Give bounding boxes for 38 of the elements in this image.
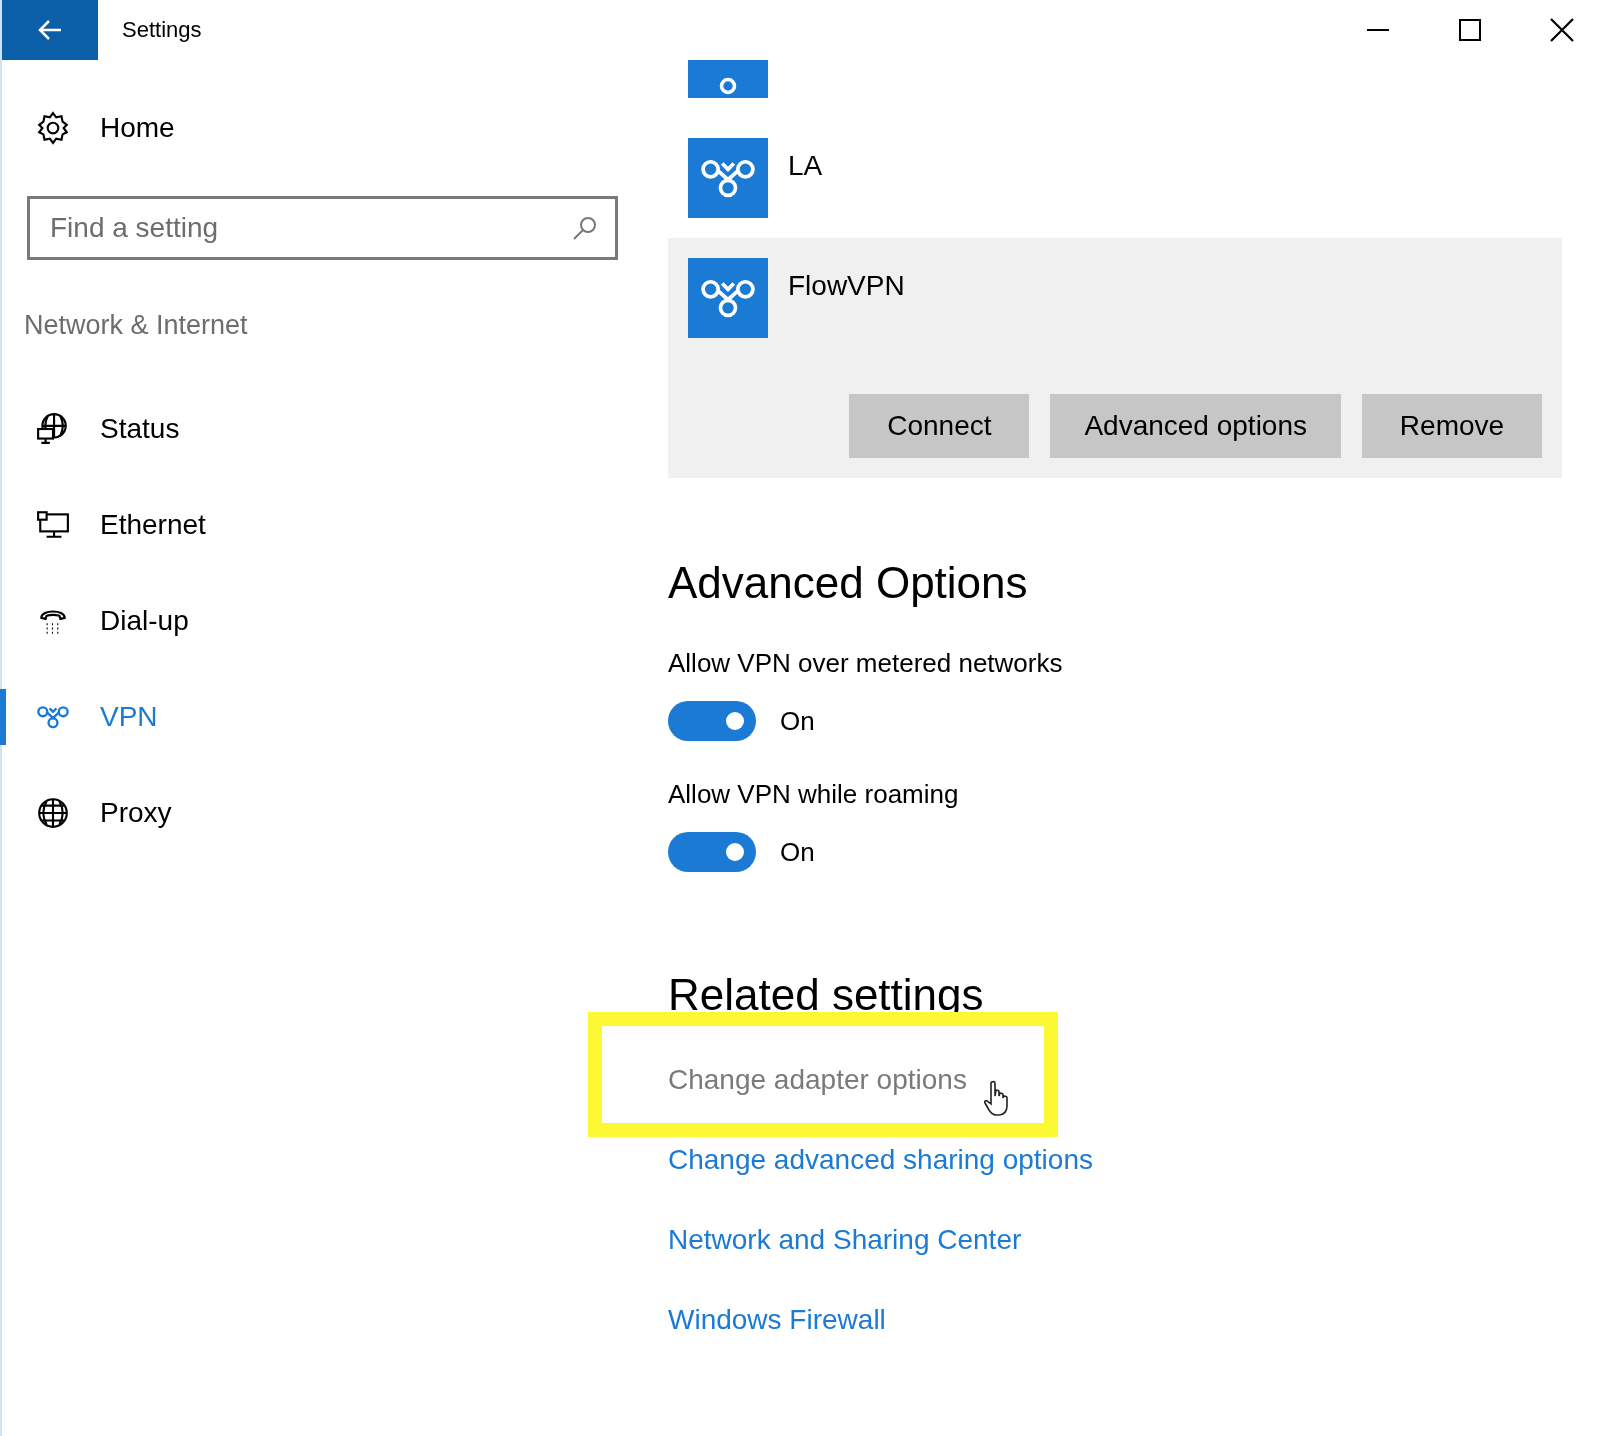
minimize-icon [1367,29,1389,31]
vpn-connection-panel[interactable]: FlowVPN Connect Advanced options Remove [668,238,1562,478]
action-button[interactable]: Advanced options [1050,394,1341,458]
settings-link[interactable]: Change adapter options [668,1064,967,1096]
vpn-tile-icon [688,258,768,338]
settings-link[interactable]: Windows Firewall [668,1304,886,1336]
action-button[interactable]: Connect [849,394,1030,458]
sidebar-item[interactable]: Dial-up [0,593,668,649]
toggle-switch[interactable] [668,832,756,872]
section-heading: Advanced Options [668,558,1029,608]
maximize-icon [1459,19,1481,41]
toggle-state: On [780,705,815,737]
home-nav-item[interactable]: Home [0,100,668,156]
connection-name: FlowVPN [788,270,905,303]
section-heading: Related settings [668,970,985,1020]
toggle-switch[interactable] [668,701,756,741]
toggle-label: Allow VPN while roaming [668,779,960,810]
search-field[interactable]: Find a setting [27,196,618,260]
search-icon [572,215,598,241]
vpn-tile-icon [688,60,768,98]
settings-link[interactable]: Network and Sharing Center [668,1224,1022,1256]
globe-monitor-icon [36,412,70,446]
globe-icon [36,796,70,830]
sidebar-item[interactable]: Ethernet [0,497,668,553]
toggle-label: Allow VPN over metered networks [668,648,1064,679]
settings-icon [36,111,70,145]
connection-name: LA [788,150,823,183]
section-title: Network & Internet [24,310,249,341]
toggle-state: On [780,836,815,868]
close-icon [1550,18,1574,42]
vpn-icon [36,705,70,729]
window-title: Settings [122,17,203,43]
back-arrow-icon [37,19,63,41]
sidebar-item[interactable]: Proxy [0,785,668,841]
sidebar-item[interactable]: Status [0,401,668,457]
settings-link[interactable]: Change advanced sharing options [668,1144,1093,1176]
action-button[interactable]: Remove [1362,394,1542,458]
vpn-tile-icon [688,138,768,218]
